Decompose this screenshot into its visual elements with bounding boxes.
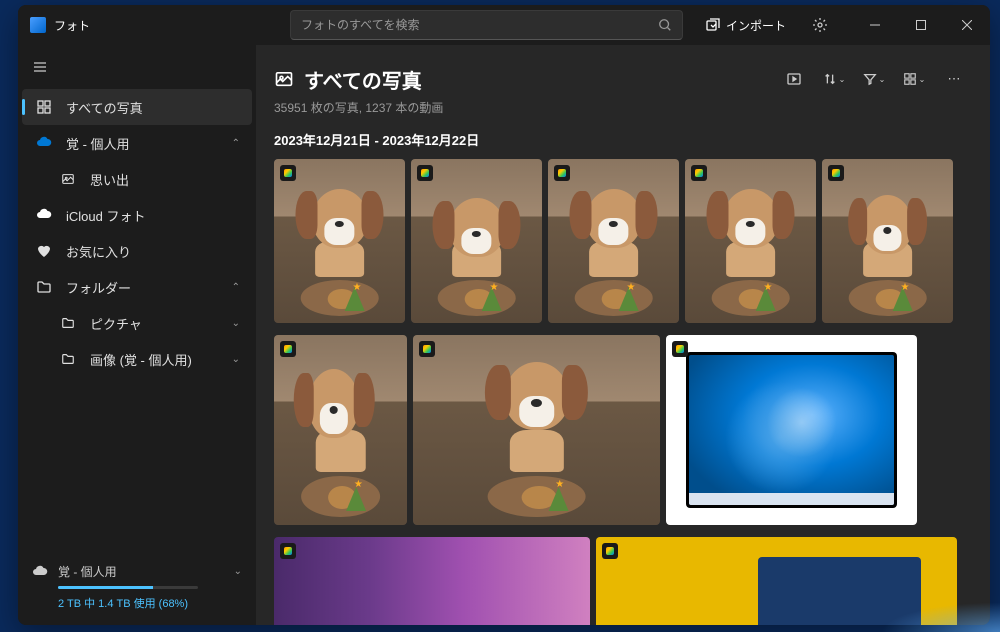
photo-thumbnail[interactable]: ★: [548, 159, 679, 323]
icloud-badge-icon: [828, 165, 844, 181]
body: すべての写真 覚 - 個人用 ⌃ 思い出 iCloud フォト お気に入り: [18, 45, 990, 625]
hamburger-icon: [32, 59, 48, 75]
icloud-badge-icon: [280, 341, 296, 357]
date-group-header: 2023年12月21日 - 2023年12月22日: [274, 130, 972, 149]
photo-thumbnail[interactable]: ★: [411, 159, 542, 323]
minimize-button[interactable]: [852, 5, 898, 45]
chevron-down-icon: ⌄: [234, 566, 242, 577]
app-window: フォト インポート: [18, 5, 990, 625]
icloud-badge-icon: [419, 341, 435, 357]
photo-thumbnail[interactable]: ★: [274, 159, 405, 323]
folder-icon: [60, 351, 76, 367]
gear-icon: [812, 17, 828, 33]
slideshow-button[interactable]: [776, 63, 812, 95]
photo-thumbnail[interactable]: [666, 335, 917, 525]
photo-thumbnail[interactable]: ★: [413, 335, 660, 525]
import-icon: [705, 17, 721, 33]
photo-thumbnail[interactable]: ★: [274, 335, 407, 525]
photo-grid-row-2: ★ ★: [274, 335, 972, 525]
photo-grid-row-3: [274, 537, 972, 625]
sidebar-item-label: お気に入り: [66, 242, 240, 261]
icloud-badge-icon: [602, 543, 618, 559]
maximize-button[interactable]: [898, 5, 944, 45]
play-icon: [786, 71, 802, 87]
sidebar-footer: 覚 - 個人用 ⌄ 2 TB 中 1.4 TB 使用 (68%): [18, 553, 256, 625]
cloud-icon: [36, 135, 52, 151]
page-subtitle: 35951 枚の写真, 1237 本の動画: [274, 99, 972, 116]
chevron-down-icon: ⌄: [232, 354, 240, 365]
folder-icon: [60, 315, 76, 331]
chevron-up-icon: ⌃: [232, 138, 240, 149]
search-box[interactable]: [290, 10, 683, 40]
sidebar-item-onedrive[interactable]: 覚 - 個人用 ⌃: [22, 125, 252, 161]
sidebar-item-label: フォルダー: [66, 278, 232, 297]
search-icon[interactable]: [658, 18, 672, 32]
photo-thumbnail[interactable]: [274, 537, 590, 625]
titlebar: フォト インポート: [18, 5, 990, 45]
sidebar-item-label: 思い出: [90, 170, 240, 189]
photo-grid-row-1: ★ ★ ★ ★ ★: [274, 159, 972, 323]
search-input[interactable]: [301, 18, 658, 32]
sidebar-item-label: 画像 (覚 - 個人用): [90, 350, 232, 369]
sidebar-item-label: 覚 - 個人用: [66, 134, 232, 153]
app-icon: [30, 17, 46, 33]
sidebar-item-folders[interactable]: フォルダー ⌃: [22, 269, 252, 305]
import-label: インポート: [726, 17, 786, 34]
more-icon: ⋯: [948, 71, 961, 87]
sidebar-item-label: すべての写真: [66, 98, 240, 117]
storage-usage-text[interactable]: 2 TB 中 1.4 TB 使用 (68%): [58, 595, 242, 611]
grid-view-icon: [903, 72, 917, 86]
sidebar-item-favorites[interactable]: お気に入り: [22, 233, 252, 269]
sidebar-item-images-personal[interactable]: 画像 (覚 - 個人用) ⌄: [22, 341, 252, 377]
sidebar-item-all-photos[interactable]: すべての写真: [22, 89, 252, 125]
settings-button[interactable]: [802, 10, 838, 40]
storage-bar: [58, 586, 198, 589]
photo-thumbnail[interactable]: ★: [822, 159, 953, 323]
photo-thumbnail[interactable]: [596, 537, 957, 625]
icloud-badge-icon: [691, 165, 707, 181]
icloud-icon: [36, 207, 52, 223]
gallery-icon: [274, 69, 294, 89]
icloud-badge-icon: [280, 543, 296, 559]
sort-icon: [823, 72, 837, 86]
main-content: すべての写真 ⌄ ⌄ ⌄ ⋯ 35951 枚の写真, 1237 本の動画 202…: [256, 45, 990, 625]
storage-fill: [58, 586, 153, 589]
sparkle-icon: [60, 171, 76, 187]
sidebar: すべての写真 覚 - 個人用 ⌃ 思い出 iCloud フォト お気に入り: [18, 45, 256, 625]
sidebar-item-memories[interactable]: 思い出: [22, 161, 252, 197]
chevron-up-icon: ⌃: [232, 282, 240, 293]
more-button[interactable]: ⋯: [936, 63, 972, 95]
view-button[interactable]: ⌄: [896, 63, 932, 95]
heart-icon: [36, 243, 52, 259]
hamburger-button[interactable]: [20, 49, 60, 85]
app-title: フォト: [54, 17, 90, 34]
import-button[interactable]: インポート: [695, 12, 796, 39]
sidebar-item-icloud[interactable]: iCloud フォト: [22, 197, 252, 233]
icloud-badge-icon: [672, 341, 688, 357]
icloud-badge-icon: [554, 165, 570, 181]
sidebar-item-label: ピクチャ: [90, 314, 232, 333]
sidebar-item-pictures[interactable]: ピクチャ ⌄: [22, 305, 252, 341]
main-header: すべての写真 ⌄ ⌄ ⌄ ⋯: [274, 63, 972, 95]
filter-button[interactable]: ⌄: [856, 63, 892, 95]
photo-thumbnail[interactable]: ★: [685, 159, 816, 323]
close-button[interactable]: [944, 5, 990, 45]
header-actions: ⌄ ⌄ ⌄ ⋯: [776, 63, 972, 95]
grid-icon: [36, 99, 52, 115]
sort-button[interactable]: ⌄: [816, 63, 852, 95]
cloud-icon: [32, 564, 48, 580]
titlebar-actions: インポート: [695, 5, 990, 45]
storage-account[interactable]: 覚 - 個人用 ⌄: [32, 563, 242, 580]
sidebar-item-label: iCloud フォト: [66, 206, 240, 225]
storage-account-label: 覚 - 個人用: [58, 563, 234, 580]
page-title: すべての写真: [304, 65, 422, 94]
window-controls: [852, 5, 990, 45]
folder-icon: [36, 279, 52, 295]
filter-icon: [863, 72, 877, 86]
icloud-badge-icon: [280, 165, 296, 181]
icloud-badge-icon: [417, 165, 433, 181]
chevron-down-icon: ⌄: [232, 318, 240, 329]
